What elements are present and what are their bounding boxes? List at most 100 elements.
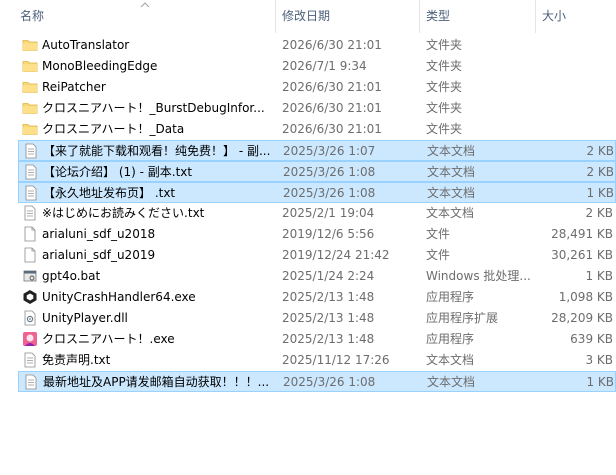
file-modified-date: 2026/6/30 21:01: [282, 122, 382, 136]
file-modified-date: 2026/6/30 21:01: [282, 101, 382, 115]
dll-file-icon: [22, 308, 38, 329]
unity-icon: [22, 287, 38, 308]
text-file-icon: [22, 203, 38, 224]
file-type: Windows 批处理...: [426, 269, 531, 283]
file-name: AutoTranslator: [42, 38, 130, 52]
folder-icon: [22, 77, 38, 98]
file-type: 应用程序: [426, 332, 475, 346]
file-modified-date: 2025/3/26 1:08: [283, 165, 376, 179]
file-row[interactable]: クロスニアハート！.exe 2025/2/13 1:48 应用程序 639 KB: [18, 329, 616, 350]
file-name: 最新地址及APP请发邮箱自动获取！！！...: [43, 375, 270, 389]
file-size: 28,491 KB: [551, 227, 613, 241]
text-file-icon: [23, 183, 39, 204]
file-row[interactable]: 最新地址及APP请发邮箱自动获取！！！... 2025/3/26 1:08 文本文档…: [18, 371, 616, 392]
file-type: 文件夹: [426, 59, 463, 73]
file-name: UnityPlayer.dll: [42, 311, 128, 325]
column-header-name[interactable]: 名称: [14, 0, 274, 33]
file-size: 1 KB: [586, 375, 614, 389]
file-size: [536, 56, 613, 77]
folder-icon: [22, 119, 38, 140]
blank-file-icon: [22, 224, 38, 245]
column-header-size[interactable]: 大小: [535, 0, 616, 33]
file-modified-date: 2025/3/26 1:07: [283, 144, 376, 158]
file-modified-date: 2025/2/13 1:48: [282, 332, 375, 346]
file-name: MonoBleedingEdge: [42, 59, 158, 73]
folder-icon: [22, 56, 38, 77]
file-row[interactable]: ※はじめにお読みください.txt 2025/2/1 19:04 文本文档 2 KB: [18, 203, 616, 224]
file-size: [536, 98, 613, 119]
file-modified-date: 2025/3/26 1:08: [283, 186, 376, 200]
text-file-icon: [23, 141, 39, 162]
text-file-icon: [22, 350, 38, 371]
file-size: 2 KB: [586, 144, 614, 158]
file-size: 2 KB: [585, 206, 613, 220]
file-row[interactable]: arialuni_sdf_u2019 2019/12/24 21:42 文件 30,2…: [18, 245, 616, 266]
file-size: 1 KB: [585, 269, 613, 283]
file-type: 文件夹: [426, 38, 463, 52]
file-row[interactable]: クロスニアハート！_Data 2026/6/30 21:01 文件夹: [18, 119, 616, 140]
file-size: 2 KB: [586, 165, 614, 179]
file-row[interactable]: AutoTranslator 2026/6/30 21:01 文件夹: [18, 35, 616, 56]
file-row[interactable]: arialuni_sdf_u2018 2019/12/6 5:56 文件 28,491…: [18, 224, 616, 245]
file-modified-date: 2025/3/26 1:08: [283, 375, 376, 389]
file-type: 文件夹: [426, 80, 463, 94]
file-name: 【论坛介绍】 (1) - 副本.txt: [43, 165, 193, 179]
file-type: 文本文档: [427, 144, 476, 158]
folder-icon: [22, 35, 38, 56]
file-type: 文本文档: [427, 165, 476, 179]
file-row[interactable]: 【论坛介绍】 (1) - 副本.txt 2025/3/26 1:08 文本文档 2 K…: [18, 161, 616, 182]
file-type: 文本文档: [426, 353, 475, 367]
file-explorer-list: 名称 修改日期 类型 大小 AutoTranslator 2026/6/30 21…: [0, 0, 616, 475]
file-row[interactable]: クロスニアハート！_BurstDebugInfor... 2026/6/30 21…: [18, 98, 616, 119]
file-modified-date: 2025/1/24 2:24: [282, 269, 375, 283]
file-name: クロスニアハート！_BurstDebugInfor...: [42, 101, 265, 115]
file-type: 文本文档: [426, 206, 475, 220]
batch-file-icon: [22, 266, 38, 287]
file-name: arialuni_sdf_u2019: [42, 248, 156, 262]
file-row[interactable]: UnityPlayer.dll 2025/2/13 1:48 应用程序扩展 28,20…: [18, 308, 616, 329]
file-size: 30,261 KB: [551, 248, 613, 262]
file-row[interactable]: MonoBleedingEdge 2026/7/1 9:34 文件夹: [18, 56, 616, 77]
file-size: [536, 35, 613, 56]
file-type: 文件夹: [426, 122, 463, 136]
file-type: 文件: [426, 248, 451, 262]
file-type: 文件夹: [426, 101, 463, 115]
file-name: 免责声明.txt: [42, 353, 111, 367]
file-size: [536, 119, 613, 140]
file-modified-date: 2026/6/30 21:01: [282, 38, 382, 52]
file-row[interactable]: 免责声明.txt 2025/11/12 17:26 文本文档 3 KB: [18, 350, 616, 371]
folder-icon: [22, 98, 38, 119]
file-type: 应用程序扩展: [426, 311, 499, 325]
file-size: 3 KB: [585, 353, 613, 367]
column-header-bar: 名称 修改日期 类型 大小: [0, 0, 616, 33]
file-type: 文本文档: [427, 375, 476, 389]
file-row[interactable]: gpt4o.bat 2025/1/24 2:24 Windows 批处理... 1 K…: [18, 266, 616, 287]
file-size: 1,098 KB: [558, 290, 613, 304]
file-row[interactable]: 【来了就能下载和观看！纯免费！】 - 副... 2025/3/26 1:07 文本文…: [18, 140, 616, 161]
file-name: gpt4o.bat: [42, 269, 101, 283]
file-size: 28,209 KB: [551, 311, 613, 325]
file-modified-date: 2025/2/13 1:48: [282, 311, 375, 325]
text-file-icon: [23, 372, 39, 393]
file-row[interactable]: UnityCrashHandler64.exe 2025/2/13 1:48 应用程…: [18, 287, 616, 308]
column-header-type[interactable]: 类型: [419, 0, 534, 33]
file-size: 639 KB: [570, 332, 613, 346]
blank-file-icon: [22, 245, 38, 266]
file-row[interactable]: ReiPatcher 2026/6/30 21:01 文件夹: [18, 77, 616, 98]
file-name: ReiPatcher: [42, 80, 106, 94]
file-type: 应用程序: [426, 290, 475, 304]
file-modified-date: 2026/6/30 21:01: [282, 80, 382, 94]
file-modified-date: 2019/12/6 5:56: [282, 227, 375, 241]
file-name: クロスニアハート！_Data: [42, 122, 185, 136]
file-size: 1 KB: [586, 186, 614, 200]
file-modified-date: 2025/2/13 1:48: [282, 290, 375, 304]
file-modified-date: 2019/12/24 21:42: [282, 248, 390, 262]
file-name: 【来了就能下载和观看！纯免费！】 - 副...: [43, 144, 271, 158]
file-type: 文本文档: [427, 186, 476, 200]
file-row[interactable]: 【永久地址发布页】 .txt 2025/3/26 1:08 文本文档 1 KB: [18, 182, 616, 203]
file-size: [536, 77, 613, 98]
file-name: UnityCrashHandler64.exe: [42, 290, 196, 304]
file-name: 【永久地址发布页】 .txt: [43, 186, 176, 200]
file-name: クロスニアハート！.exe: [42, 332, 175, 346]
column-header-date[interactable]: 修改日期: [275, 0, 418, 33]
